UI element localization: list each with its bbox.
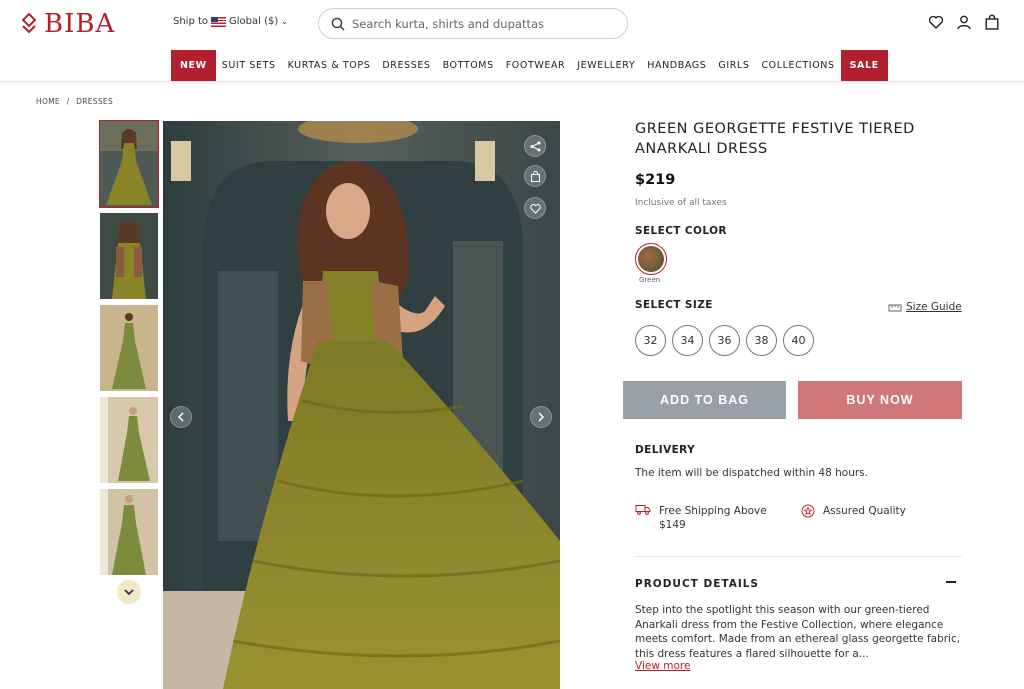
nav-new[interactable]: NEW — [171, 50, 216, 81]
header-actions — [928, 14, 1000, 30]
product-description: Step into the spotlight this season with… — [635, 604, 961, 660]
size-option-34[interactable]: 34 — [672, 325, 703, 356]
thumbnail-1[interactable] — [99, 120, 159, 208]
bag-icon — [530, 170, 540, 182]
size-option-40[interactable]: 40 — [783, 325, 814, 356]
main-product-image[interactable] — [163, 121, 560, 689]
ship-to-label: Ship to — [173, 16, 209, 27]
search-bar[interactable] — [318, 8, 628, 39]
region-value: Global ($) — [229, 16, 279, 27]
model-closeup-image — [100, 213, 158, 299]
size-option-36[interactable]: 36 — [709, 325, 740, 356]
wishlist-heart-icon[interactable] — [928, 14, 944, 30]
site-header: BIBA Ship to Global ($) ⌄ NEW SUIT SETS … — [0, 0, 1024, 82]
free-shipping-line1: Free Shipping Above — [659, 505, 767, 517]
account-user-icon[interactable] — [956, 14, 972, 30]
nav-kurtas-tops[interactable]: KURTAS & TOPS — [282, 50, 377, 81]
size-guide-link[interactable]: Size Guide — [888, 301, 962, 313]
thumbnail-2[interactable] — [100, 213, 158, 299]
nav-girls[interactable]: GIRLS — [712, 50, 755, 81]
nav-handbags[interactable]: HANDBAGS — [641, 50, 712, 81]
nav-suit-sets[interactable]: SUIT SETS — [216, 50, 282, 81]
brand-logo[interactable]: BIBA — [22, 9, 115, 39]
chevron-down-icon — [124, 588, 134, 595]
size-option-32[interactable]: 32 — [635, 325, 666, 356]
size-options: 32 34 36 38 40 — [635, 325, 814, 356]
tax-note: Inclusive of all taxes — [635, 198, 727, 208]
search-icon — [331, 17, 345, 30]
wishlist-quick-button[interactable] — [524, 197, 546, 219]
thumbnail-4[interactable] — [100, 397, 158, 483]
ship-to-selector[interactable]: Ship to Global ($) ⌄ — [173, 16, 288, 27]
product-price: $219 — [635, 172, 676, 188]
heart-icon — [529, 203, 541, 214]
buy-now-button[interactable]: BUY NOW — [798, 381, 962, 419]
nav-sale[interactable]: SALE — [840, 50, 888, 81]
size-guide-label: Size Guide — [906, 301, 962, 313]
chevron-right-icon — [538, 412, 545, 422]
breadcrumb: HOME / DRESSES — [36, 97, 113, 106]
assured-quality-label: Assured Quality — [823, 505, 906, 517]
model-detail-image — [100, 489, 158, 575]
view-more-link[interactable]: View more — [635, 660, 690, 672]
next-image-button[interactable] — [530, 406, 552, 428]
thumbnail-gallery — [99, 120, 159, 581]
model-side-image — [100, 397, 158, 483]
nav-jewellery[interactable]: JEWELLERY — [571, 50, 641, 81]
model-front-image — [100, 121, 158, 207]
nav-bottoms[interactable]: BOTTOMS — [437, 50, 500, 81]
nav-dresses[interactable]: DRESSES — [376, 50, 436, 81]
product-details-label: PRODUCT DETAILS — [635, 578, 759, 590]
thumbnail-5[interactable] — [100, 489, 158, 575]
color-swatch-green[interactable] — [635, 243, 667, 275]
us-flag-icon — [211, 16, 227, 27]
brand-name: BIBA — [44, 9, 116, 39]
assured-quality-perk: Assured Quality — [801, 504, 906, 518]
collapse-minus-icon[interactable] — [946, 581, 956, 583]
add-to-bag-button[interactable]: ADD TO BAG — [623, 381, 786, 419]
free-shipping-perk: Free Shipping Above $149 — [635, 504, 767, 532]
search-input[interactable] — [352, 16, 602, 31]
shopping-bag-icon[interactable] — [984, 14, 1000, 30]
ruler-icon — [888, 304, 902, 311]
select-color-label: SELECT COLOR — [635, 225, 727, 237]
model-in-green-anarkali-image — [163, 121, 560, 689]
main-nav: NEW SUIT SETS KURTAS & TOPS DRESSES BOTT… — [171, 50, 888, 81]
chevron-down-icon: ⌄ — [281, 17, 288, 26]
product-title: GREEN GEORGETTE FESTIVE TIERED ANARKALI … — [635, 121, 915, 157]
breadcrumb-current[interactable]: DRESSES — [76, 97, 113, 106]
share-icon — [530, 141, 540, 151]
section-divider — [635, 556, 962, 557]
thumbnails-scroll-down-button[interactable] — [117, 580, 141, 604]
model-back-image — [100, 305, 158, 391]
truck-icon — [635, 505, 651, 515]
nav-footwear[interactable]: FOOTWEAR — [500, 50, 572, 81]
breadcrumb-separator: / — [66, 97, 70, 106]
quality-badge-icon — [801, 504, 815, 518]
size-option-38[interactable]: 38 — [746, 325, 777, 356]
chevron-left-icon — [177, 412, 184, 422]
color-name: Green — [639, 276, 661, 284]
add-to-bag-quick-button[interactable] — [524, 165, 546, 187]
delivery-label: DELIVERY — [635, 444, 696, 456]
product-info: GREEN GEORGETTE FESTIVE TIERED ANARKALI … — [635, 120, 965, 159]
nav-collections[interactable]: COLLECTIONS — [755, 50, 840, 81]
previous-image-button[interactable] — [170, 406, 192, 428]
delivery-text: The item will be dispatched within 48 ho… — [635, 467, 868, 479]
breadcrumb-home[interactable]: HOME — [36, 97, 60, 106]
share-button[interactable] — [524, 135, 546, 157]
select-size-label: SELECT SIZE — [635, 299, 713, 311]
thumbnail-3[interactable] — [100, 305, 158, 391]
swatch-fill — [638, 246, 664, 272]
free-shipping-line2: $149 — [659, 519, 686, 531]
logo-mark-icon — [22, 13, 36, 34]
